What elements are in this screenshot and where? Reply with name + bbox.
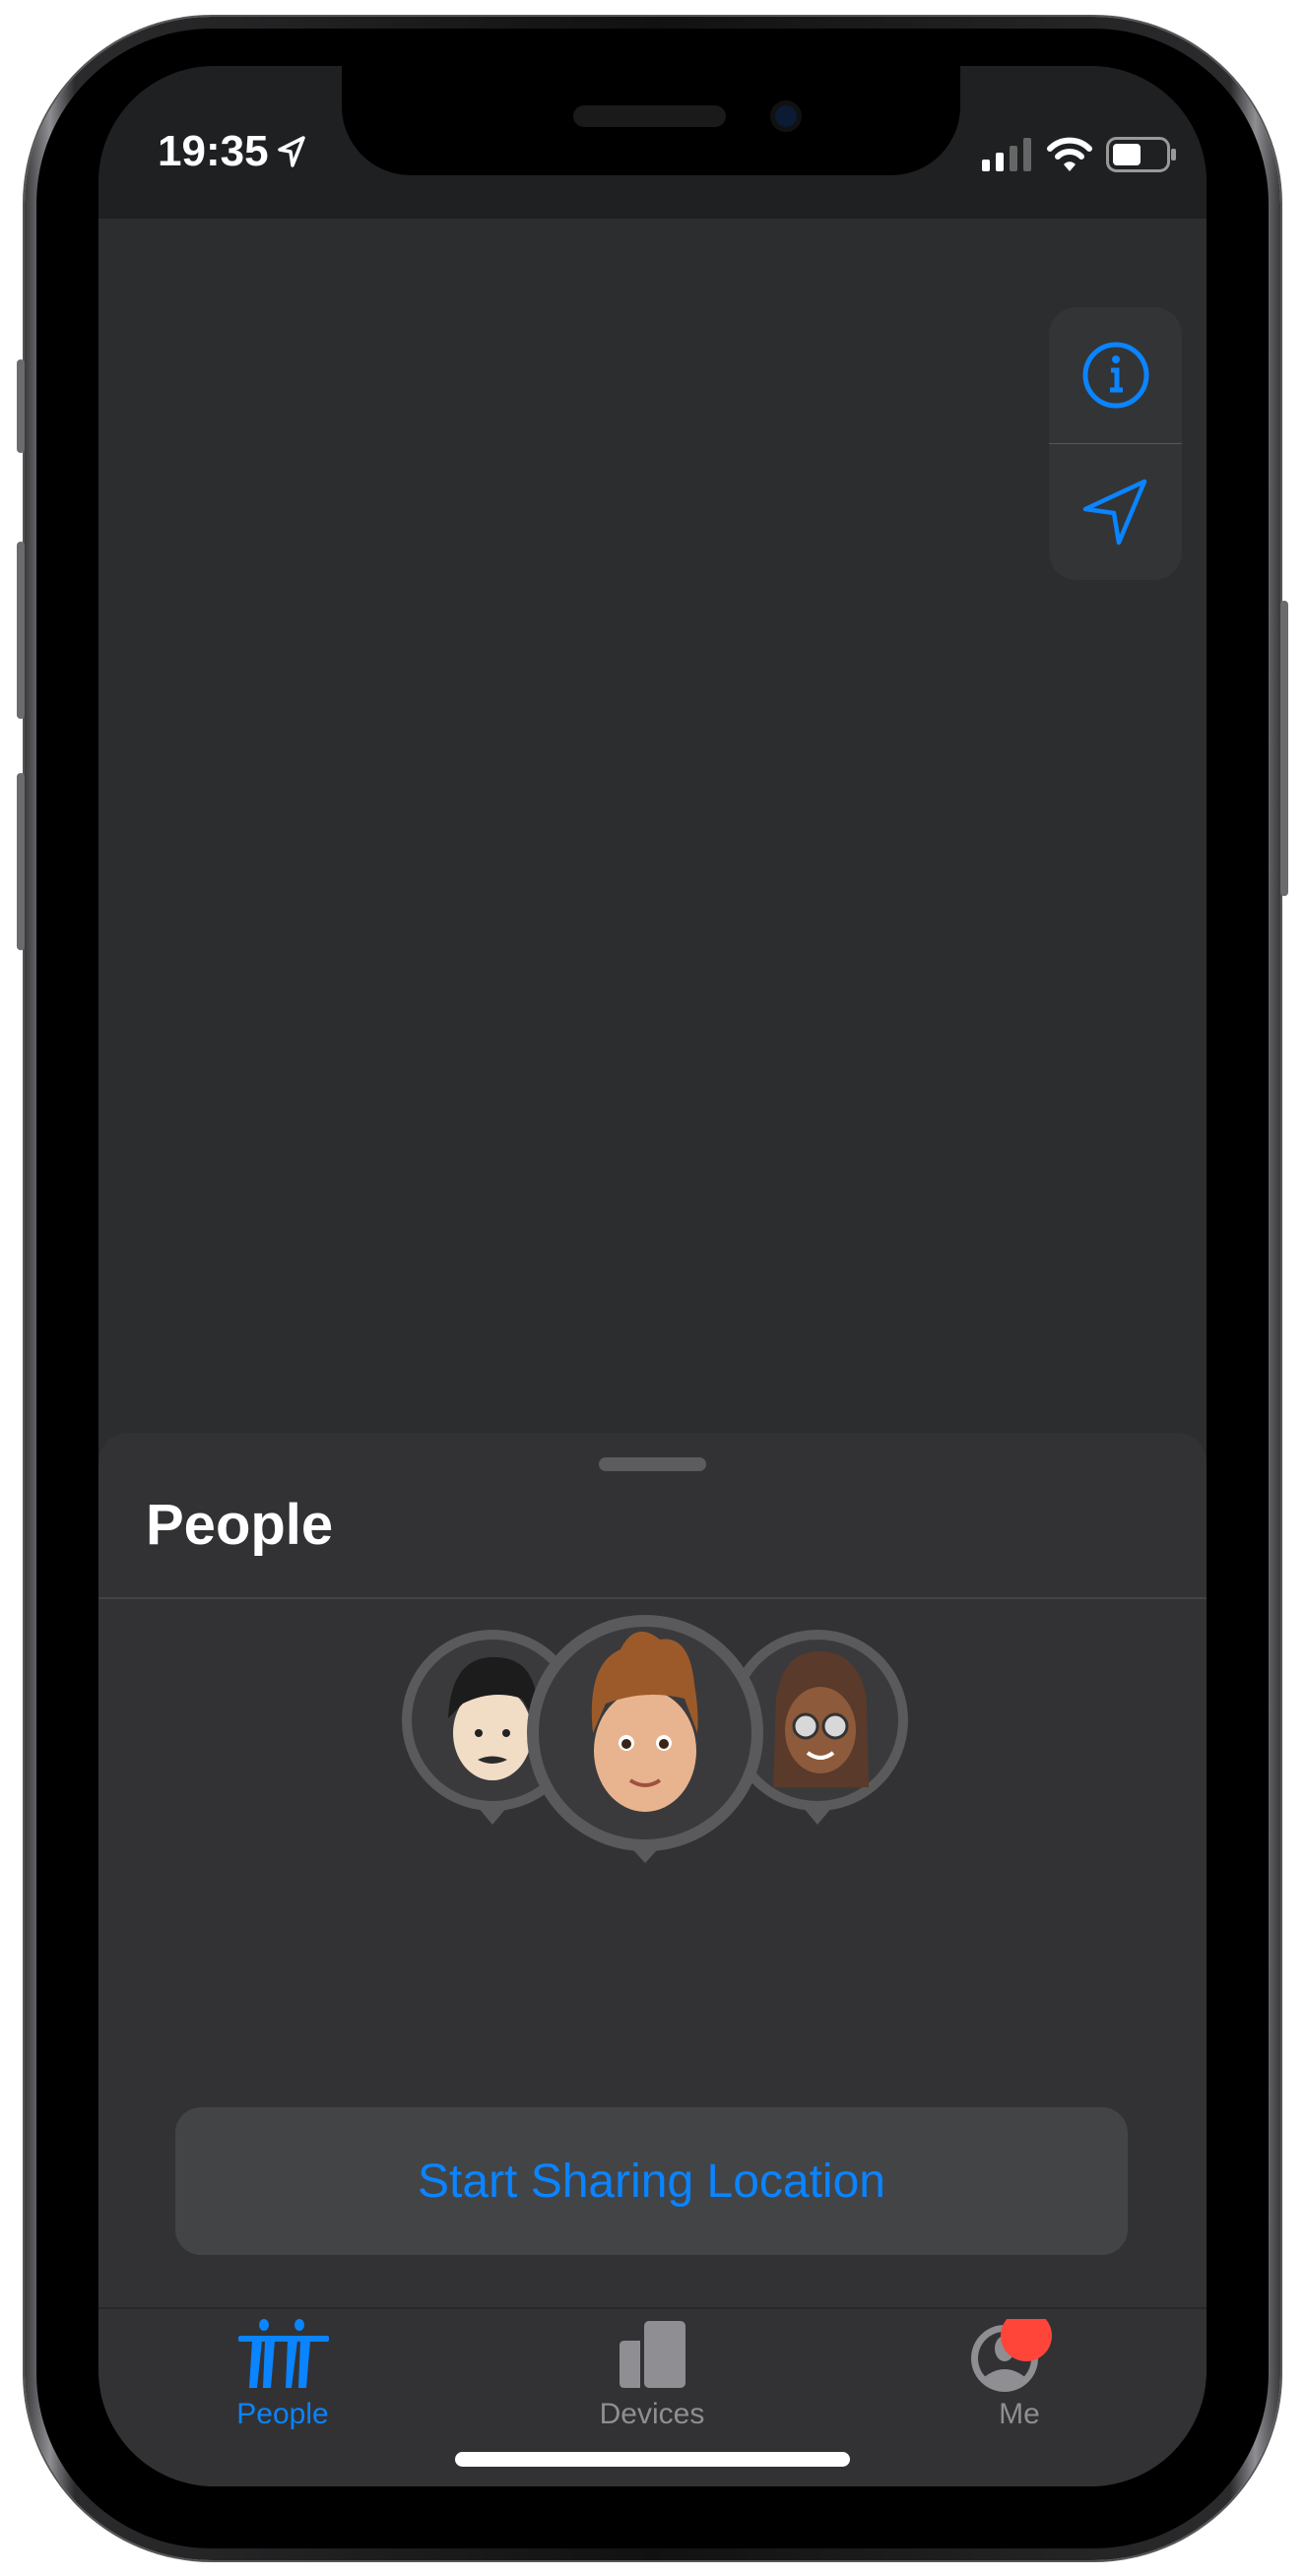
info-button[interactable] bbox=[1049, 307, 1182, 443]
tab-devices-label: Devices bbox=[599, 2398, 705, 2430]
tab-me-label: Me bbox=[999, 2398, 1040, 2430]
people-icon bbox=[238, 2319, 329, 2388]
tab-people-label: People bbox=[236, 2398, 329, 2430]
screen: 19:35 People Start Sharing Location Peop… bbox=[98, 66, 1207, 2486]
map-controls bbox=[1049, 307, 1182, 580]
home-indicator[interactable] bbox=[455, 2452, 850, 2467]
status-bar: 19:35 bbox=[98, 66, 1207, 219]
devices-icon bbox=[620, 2321, 685, 2388]
wifi-icon bbox=[1047, 137, 1092, 171]
time-text: 19:35 bbox=[158, 127, 269, 175]
location-arrow-icon bbox=[1082, 479, 1146, 546]
map-view[interactable] bbox=[98, 219, 1207, 1433]
status-icons bbox=[982, 137, 1177, 172]
cellular-signal-icon bbox=[982, 138, 1031, 171]
notch bbox=[342, 66, 960, 175]
info-icon bbox=[1082, 342, 1148, 409]
camera bbox=[770, 100, 802, 132]
locate-me-button[interactable] bbox=[1049, 444, 1182, 580]
speaker bbox=[573, 105, 726, 127]
start-sharing-location-button[interactable]: Start Sharing Location bbox=[175, 2107, 1128, 2255]
side-button bbox=[1280, 601, 1288, 896]
memoji-person-2 bbox=[527, 1615, 763, 1863]
tab-people[interactable]: People bbox=[174, 2319, 391, 2431]
location-arrow-icon bbox=[277, 136, 305, 167]
sheet-title: People bbox=[146, 1493, 334, 1557]
mute-switch bbox=[17, 359, 25, 453]
battery-icon bbox=[1106, 137, 1176, 172]
tab-me[interactable]: Me bbox=[911, 2319, 1128, 2431]
volume-down-button bbox=[17, 773, 25, 950]
status-time: 19:35 bbox=[158, 127, 306, 176]
avatar-group bbox=[98, 1610, 1207, 1925]
tab-devices[interactable]: Devices bbox=[544, 2319, 760, 2431]
me-icon bbox=[971, 2319, 1052, 2392]
volume-up-button bbox=[17, 542, 25, 719]
sheet-grabber[interactable] bbox=[599, 1457, 706, 1471]
people-sheet: People Start Sharing Location People Dev… bbox=[98, 1433, 1207, 2486]
